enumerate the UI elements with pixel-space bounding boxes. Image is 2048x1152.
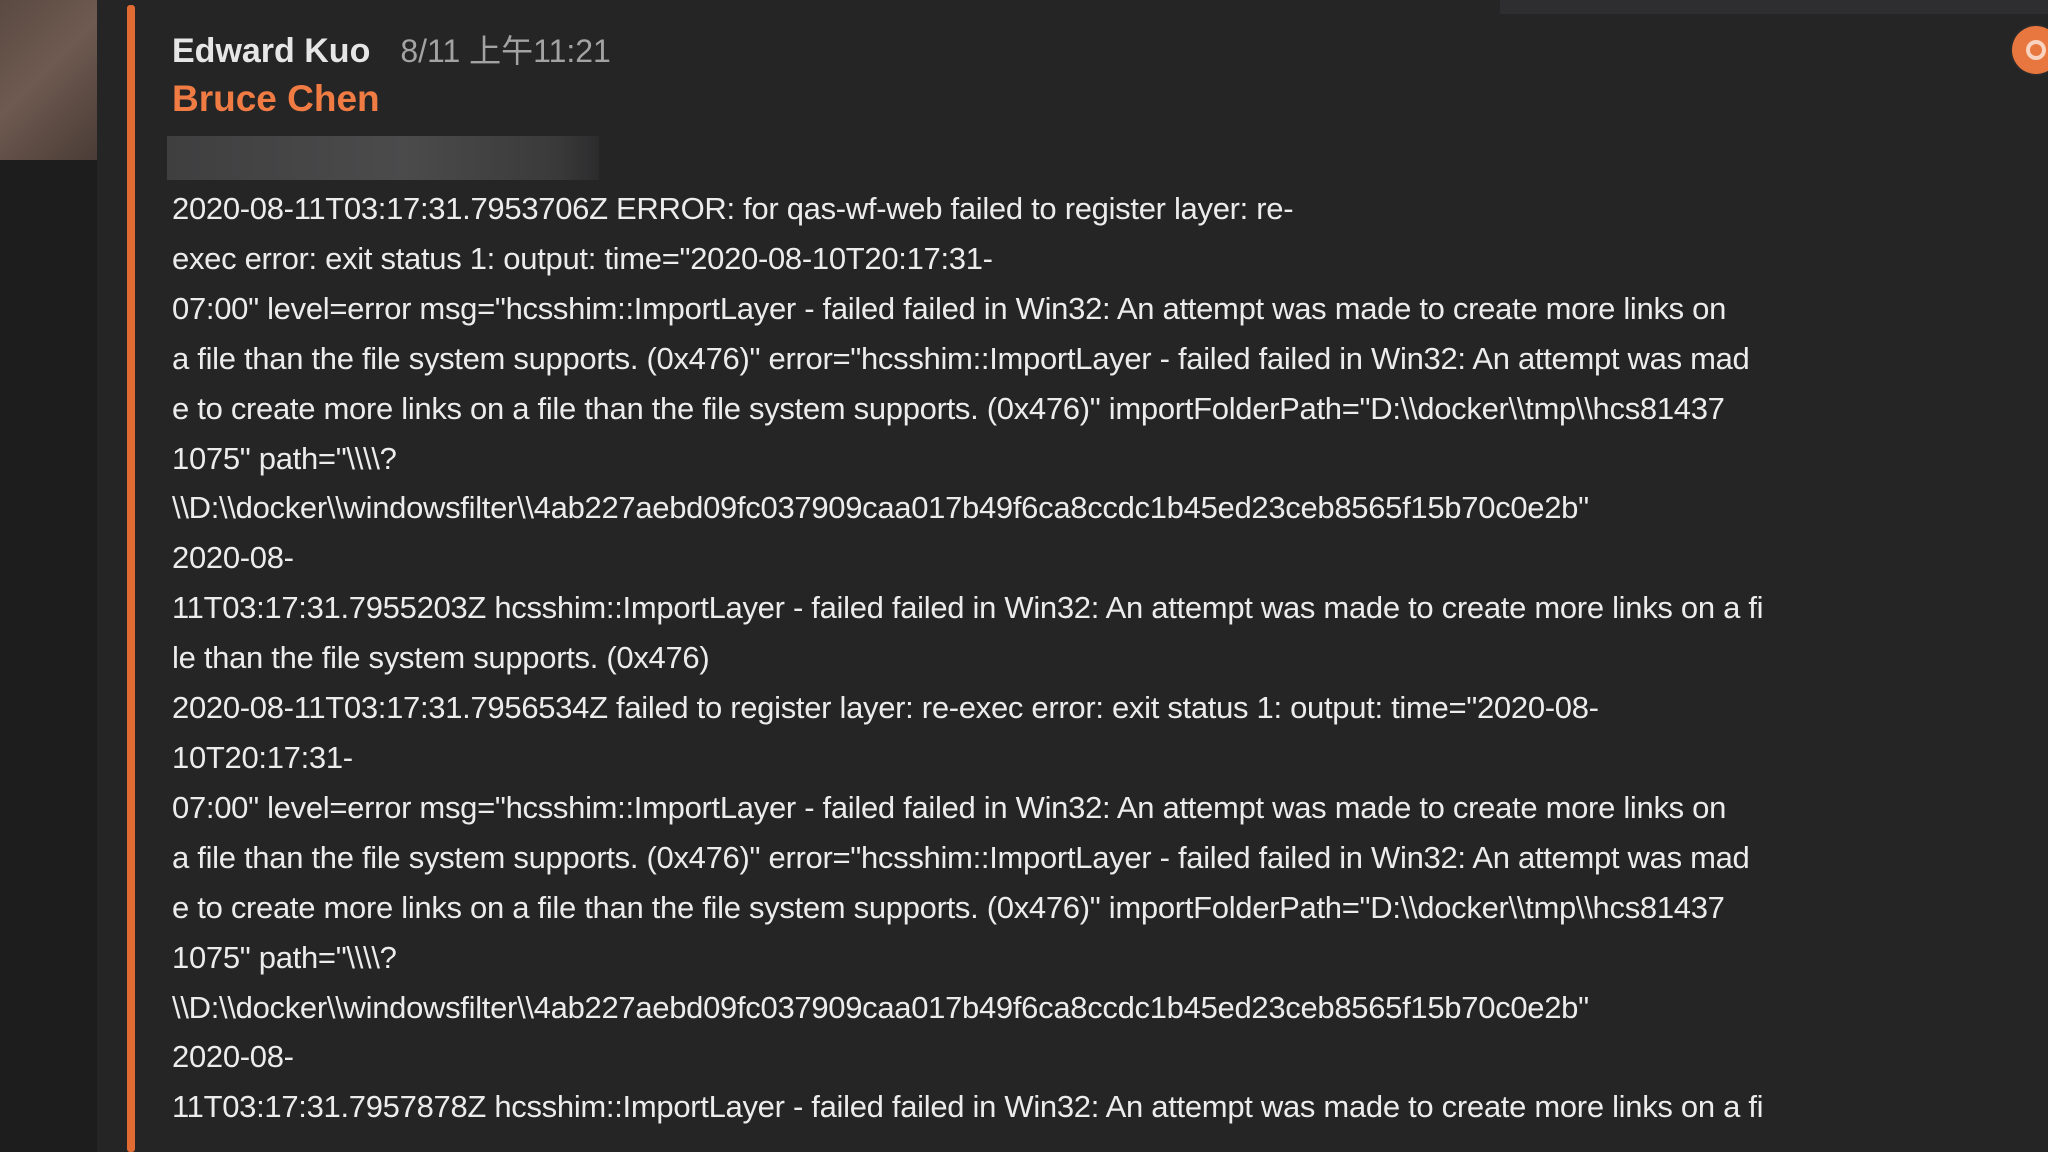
author-name[interactable]: Edward Kuo bbox=[172, 32, 370, 71]
message-line: 2020-08-11T03:17:31.7953706Z ERROR: for … bbox=[172, 191, 1294, 226]
message-line: \\D:\\docker\\windowsfilter\\4ab227aebd0… bbox=[172, 490, 1589, 526]
message-line: 2020-08-11T03:17:31.7956534Z failed to r… bbox=[172, 690, 1599, 726]
top-bar bbox=[1500, 0, 2048, 14]
message-line: e to create more links on a file than th… bbox=[172, 390, 1725, 426]
message-line: 11T03:17:31.7955203Z hcsshim::ImportLaye… bbox=[172, 590, 1764, 626]
message-line: 2020-08- bbox=[172, 1039, 294, 1075]
message-line: 1075" path="\\\\? bbox=[172, 440, 397, 476]
message-line: exec error: exit status 1: output: time=… bbox=[172, 240, 993, 276]
reaction-icon[interactable] bbox=[2012, 26, 2048, 74]
message-line: 2020-08- bbox=[172, 540, 294, 576]
redacted-block bbox=[167, 136, 599, 180]
chat-window: Edward Kuo 8/11 上午11:21 Bruce Chen 2020-… bbox=[0, 0, 2048, 1152]
message-line: \\D:\\docker\\windowsfilter\\4ab227aebd0… bbox=[172, 989, 1589, 1025]
message-line: le than the file system supports. (0x476… bbox=[172, 640, 710, 676]
message-header: Edward Kuo 8/11 上午11:21 bbox=[172, 26, 2002, 72]
message-line: 1075" path="\\\\? bbox=[172, 939, 397, 975]
message-line: a file than the file system supports. (0… bbox=[172, 839, 1750, 875]
message-timestamp: 8/11 上午11:21 bbox=[400, 33, 611, 69]
chat-message[interactable]: Edward Kuo 8/11 上午11:21 Bruce Chen 2020-… bbox=[167, 26, 2002, 1132]
user-mention[interactable]: Bruce Chen bbox=[172, 78, 380, 120]
message-line: 07:00" level=error msg="hcsshim::ImportL… bbox=[172, 789, 1727, 825]
message-body: 2020-08-11T03:17:31.7953706Z ERROR: for … bbox=[172, 184, 2002, 1132]
avatar[interactable] bbox=[0, 0, 97, 160]
message-line: a file than the file system supports. (0… bbox=[172, 340, 1750, 376]
message-line: 10T20:17:31- bbox=[172, 739, 353, 775]
left-panel bbox=[0, 0, 97, 1152]
message-line: e to create more links on a file than th… bbox=[172, 889, 1725, 925]
message-accent-bar bbox=[127, 5, 135, 1152]
message-line: 11T03:17:31.7957878Z hcsshim::ImportLaye… bbox=[172, 1089, 1764, 1125]
message-line: 07:00" level=error msg="hcsshim::ImportL… bbox=[172, 290, 1727, 326]
